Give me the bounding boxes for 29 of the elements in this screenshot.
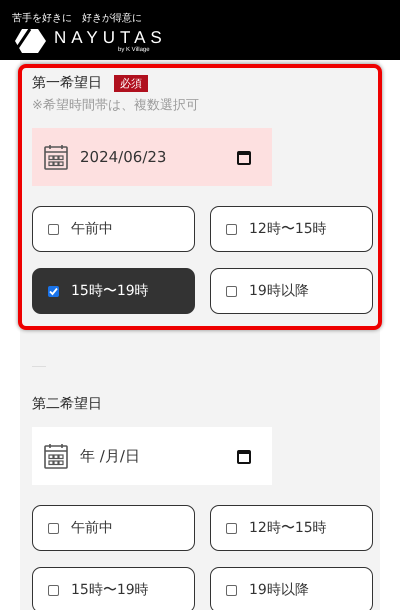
checkbox[interactable] — [48, 584, 59, 596]
section-title: 第二希望日 — [32, 395, 102, 413]
checkbox[interactable] — [226, 584, 237, 596]
time-option[interactable]: 午前中 — [32, 206, 195, 252]
checkbox[interactable] — [226, 224, 237, 234]
logo-text: NAYUTAS — [54, 29, 167, 47]
required-badge: 必須 — [114, 74, 148, 92]
checkbox[interactable] — [48, 522, 59, 534]
date-field[interactable]: 年 /月/日 — [32, 427, 272, 485]
tagline: 苦手を好きに 好きが得意に — [12, 13, 142, 25]
time-option[interactable]: 19時以降 — [210, 268, 373, 314]
calendar-picker-icon[interactable] — [237, 449, 251, 464]
time-option[interactable]: 12時〜15時 — [210, 505, 373, 551]
calendar-icon — [44, 144, 68, 170]
time-option[interactable]: 午前中 — [32, 505, 195, 551]
note-text: ※希望時間帯は、複数選択可 — [32, 97, 199, 114]
time-option[interactable]: 12時〜15時 — [210, 206, 373, 252]
checkbox[interactable] — [226, 286, 237, 296]
checkbox[interactable] — [48, 224, 59, 234]
calendar-icon — [44, 443, 68, 469]
date-field[interactable]: 2024/06/23 — [32, 128, 272, 186]
time-option[interactable]: 19時以降 — [210, 567, 373, 610]
calendar-picker-icon[interactable] — [237, 150, 251, 165]
time-option[interactable]: 15時〜19時 — [32, 268, 195, 314]
checkbox[interactable] — [226, 522, 237, 534]
time-option[interactable]: 15時〜19時 — [32, 567, 195, 610]
section-title: 第一希望日 — [32, 74, 102, 92]
hexagon-logo-icon — [12, 28, 48, 54]
checkbox[interactable] — [48, 286, 59, 296]
